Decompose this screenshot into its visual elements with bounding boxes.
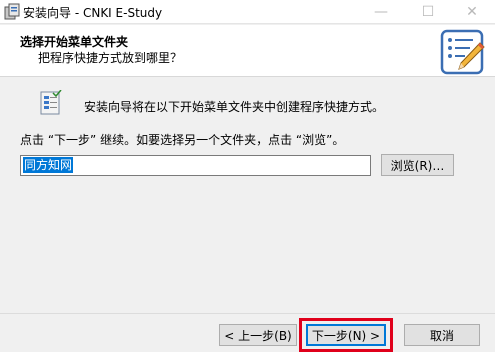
window-title: 安装向导 - CNKI E-Study [23, 6, 163, 20]
minimize-button[interactable]: — [358, 0, 404, 24]
page-subtitle: 把程序快捷方式放到哪里？ [38, 51, 183, 65]
maximize-button[interactable]: ☐ [405, 0, 451, 24]
next-button[interactable]: 下一步(N) > [306, 324, 386, 346]
start-menu-folder-icon [40, 90, 62, 115]
cancel-button[interactable]: 取消 [404, 324, 480, 346]
title-bar: 安装向导 - CNKI E-Study — ☐ ✕ [0, 0, 495, 24]
start-menu-folder-input[interactable]: 同方知网 [20, 155, 371, 176]
instruction-text: 点击 “下一步” 继续。如要选择另一个文件夹，点击 “浏览”。 [20, 133, 345, 147]
setup-icon [4, 3, 20, 20]
wizard-header: 选择开始菜单文件夹 把程序快捷方式放到哪里？ [0, 25, 495, 77]
browse-button[interactable]: 浏览(R)… [381, 154, 454, 176]
page-title: 选择开始菜单文件夹 [20, 35, 129, 49]
folder-input-value: 同方知网 [23, 157, 74, 173]
close-button[interactable]: ✕ [449, 0, 495, 24]
footer-divider [0, 313, 495, 314]
info-text: 安装向导将在以下开始菜单文件夹中创建程序快捷方式。 [84, 100, 385, 114]
notepad-pencil-icon [440, 29, 485, 75]
back-button[interactable]: < 上一步(B) [219, 324, 297, 346]
